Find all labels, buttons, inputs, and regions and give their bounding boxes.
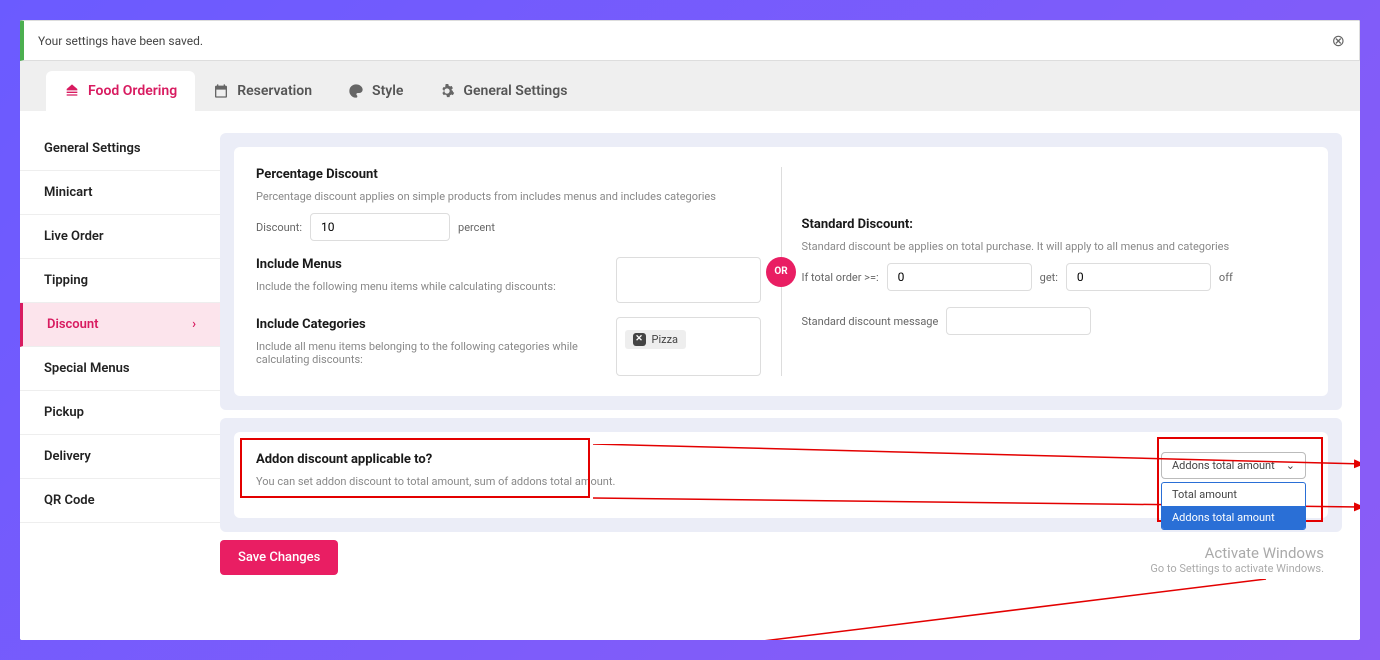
- addon-dropdown[interactable]: Addons total amount ⌄: [1161, 452, 1306, 479]
- food-icon: [64, 83, 80, 99]
- sidebar-item-label: Minicart: [44, 185, 93, 200]
- percentage-title: Percentage Discount: [256, 167, 761, 182]
- dropdown-option-addons[interactable]: Addons total amount: [1162, 506, 1305, 529]
- tab-style[interactable]: Style: [330, 71, 421, 111]
- include-menus-row: Include Menus Include the following menu…: [256, 257, 761, 303]
- get-label: get:: [1040, 271, 1058, 284]
- main-area: General Settings Minicart Live Order Tip…: [20, 111, 1360, 640]
- tab-label: General Settings: [463, 83, 567, 99]
- gear-icon: [439, 83, 455, 99]
- include-menus-desc: Include the following menu items while c…: [256, 280, 590, 293]
- sidebar-item-label: Discount: [47, 317, 99, 332]
- discount-label: Discount:: [256, 221, 302, 234]
- footer-row: Save Changes Activate Windows Go to Sett…: [220, 540, 1342, 579]
- tabs-bar: Food Ordering Reservation Style General …: [20, 61, 1360, 111]
- sidebar-item-label: Live Order: [44, 229, 104, 244]
- discount-message-input[interactable]: [946, 307, 1091, 335]
- activate-title: Activate Windows: [1150, 544, 1324, 562]
- sidebar-item-tipping[interactable]: Tipping: [20, 259, 220, 303]
- tab-general-settings[interactable]: General Settings: [421, 71, 585, 111]
- include-categories-row: Include Categories Include all menu item…: [256, 317, 761, 376]
- tab-label: Food Ordering: [88, 83, 177, 99]
- remove-tag-icon[interactable]: ✕: [633, 333, 646, 346]
- addon-dropdown-list: Total amount Addons total amount: [1161, 482, 1306, 530]
- standard-message-row: Standard discount message: [802, 307, 1307, 335]
- sidebar-item-discount[interactable]: Discount ›: [20, 303, 220, 347]
- sidebar-item-minicart[interactable]: Minicart: [20, 171, 220, 215]
- two-column-layout: Percentage Discount Percentage discount …: [256, 167, 1306, 376]
- tag-label: Pizza: [652, 333, 679, 346]
- sidebar-item-label: QR Code: [44, 493, 95, 508]
- chevron-right-icon: ›: [192, 317, 196, 332]
- discount-card: Percentage Discount Percentage discount …: [234, 147, 1328, 396]
- sidebar-item-delivery[interactable]: Delivery: [20, 435, 220, 479]
- if-label: If total order >=:: [802, 271, 879, 284]
- calendar-icon: [213, 83, 229, 99]
- addon-title: Addon discount applicable to?: [256, 452, 615, 467]
- activate-windows: Activate Windows Go to Settings to activ…: [1150, 544, 1324, 575]
- include-menus-input[interactable]: [616, 257, 761, 303]
- off-label: off: [1219, 271, 1233, 284]
- get-input[interactable]: [1066, 263, 1211, 291]
- tab-label: Reservation: [237, 83, 312, 99]
- sidebar-item-label: General Settings: [44, 141, 141, 156]
- sidebar-item-qr-code[interactable]: QR Code: [20, 479, 220, 523]
- sidebar-item-general-settings[interactable]: General Settings: [20, 127, 220, 171]
- palette-icon: [348, 83, 364, 99]
- activate-subtitle: Go to Settings to activate Windows.: [1150, 562, 1324, 575]
- chevron-down-icon: ⌄: [1286, 459, 1295, 472]
- if-total-input[interactable]: [887, 263, 1032, 291]
- standard-title: Standard Discount:: [802, 217, 1307, 232]
- addon-panel: Addon discount applicable to? You can se…: [220, 418, 1342, 532]
- sidebar-item-label: Delivery: [44, 449, 91, 464]
- addon-desc: You can set addon discount to total amou…: [256, 475, 615, 488]
- category-tag: ✕ Pizza: [625, 330, 687, 349]
- dropdown-option-total[interactable]: Total amount: [1162, 483, 1305, 506]
- standard-condition-row: If total order >=: get: off: [802, 263, 1307, 291]
- standard-desc: Standard discount be applies on total pu…: [802, 240, 1307, 253]
- dropdown-selected: Addons total amount: [1172, 459, 1275, 472]
- sidebar-item-label: Tipping: [44, 273, 88, 288]
- or-badge: OR: [766, 257, 796, 287]
- discount-panel: Percentage Discount Percentage discount …: [220, 133, 1342, 410]
- tab-label: Style: [372, 83, 403, 99]
- tab-reservation[interactable]: Reservation: [195, 71, 330, 111]
- percentage-desc: Percentage discount applies on simple pr…: [256, 190, 761, 203]
- success-notice: Your settings have been saved. ⊗: [20, 20, 1360, 61]
- discount-row: Discount: percent: [256, 213, 761, 241]
- percent-label: percent: [458, 221, 495, 234]
- app-frame: Your settings have been saved. ⊗ Food Or…: [20, 20, 1360, 640]
- addon-card: Addon discount applicable to? You can se…: [234, 432, 1328, 518]
- right-column: Standard Discount: Standard discount be …: [802, 167, 1307, 376]
- sidebar-item-live-order[interactable]: Live Order: [20, 215, 220, 259]
- sidebar-item-special-menus[interactable]: Special Menus: [20, 347, 220, 391]
- tab-food-ordering[interactable]: Food Ordering: [46, 71, 195, 111]
- left-column: Percentage Discount Percentage discount …: [256, 167, 761, 376]
- content: Percentage Discount Percentage discount …: [220, 111, 1360, 640]
- sidebar: General Settings Minicart Live Order Tip…: [20, 111, 220, 640]
- close-icon[interactable]: ⊗: [1332, 31, 1345, 50]
- discount-input[interactable]: [310, 213, 450, 241]
- include-categories-title: Include Categories: [256, 317, 590, 332]
- sidebar-item-label: Special Menus: [44, 361, 130, 376]
- notice-text: Your settings have been saved.: [38, 34, 203, 48]
- msg-label: Standard discount message: [802, 315, 939, 328]
- save-button[interactable]: Save Changes: [220, 540, 338, 575]
- sidebar-item-label: Pickup: [44, 405, 84, 420]
- annotation-arrow-save: [344, 579, 1284, 640]
- sidebar-item-pickup[interactable]: Pickup: [20, 391, 220, 435]
- include-categories-input[interactable]: ✕ Pizza: [616, 317, 761, 376]
- addon-dropdown-wrap: Addons total amount ⌄ Total amount Addon…: [1161, 452, 1306, 479]
- include-categories-desc: Include all menu items belonging to the …: [256, 340, 590, 366]
- addon-row: Addon discount applicable to? You can se…: [256, 452, 1306, 498]
- include-menus-title: Include Menus: [256, 257, 590, 272]
